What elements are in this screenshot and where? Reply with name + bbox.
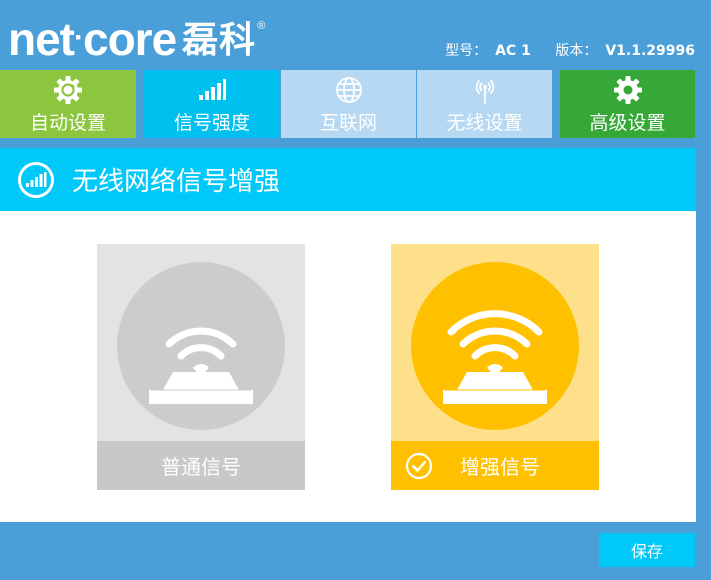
signal-bars-icon (197, 70, 227, 106)
model-value: AC 1 (495, 43, 531, 59)
option-normal-bar: 普通信号 (97, 441, 305, 490)
gear-icon (613, 70, 643, 106)
option-normal-label: 普通信号 (161, 455, 241, 479)
antenna-icon (470, 70, 500, 106)
brand-logo: net·core 磊科® (8, 13, 265, 65)
tab-auto-setup-label: 自动设置 (29, 112, 106, 134)
tab-wireless-settings[interactable]: 无线设置 (417, 70, 552, 138)
signal-bars-icon (18, 161, 54, 198)
brand-core: core (83, 13, 177, 65)
option-boosted-label: 增强信号 (460, 455, 540, 479)
tab-signal-strength-label: 信号强度 (173, 112, 250, 134)
gear-refresh-icon (53, 70, 83, 106)
option-boosted-bar: 增强信号 (391, 441, 599, 490)
tab-wireless-settings-label: 无线设置 (446, 112, 523, 134)
router-wifi-icon (411, 262, 579, 430)
option-normal-signal[interactable]: 普通信号 (97, 244, 305, 490)
tab-auto-setup[interactable]: 自动设置 (0, 70, 136, 138)
check-circle-icon (405, 452, 433, 480)
signal-boost-panel: 无线网络信号增强 普通信号 增强信号 (0, 148, 696, 522)
tab-internet[interactable]: 互联网 (281, 70, 416, 138)
registered-mark: ® (257, 20, 265, 32)
tab-signal-strength[interactable]: 信号强度 (144, 70, 280, 138)
model-label: 型号： (445, 43, 488, 59)
panel-title: 无线网络信号增强 (72, 167, 281, 197)
tab-advanced-settings-label: 高级设置 (589, 112, 666, 134)
version-label: 版本： (555, 43, 598, 59)
save-button[interactable]: 保存 (599, 533, 695, 567)
globe-icon (334, 70, 364, 106)
tab-internet-label: 互联网 (319, 112, 377, 134)
router-wifi-icon (117, 262, 285, 430)
tab-advanced-settings[interactable]: 高级设置 (560, 70, 695, 138)
brand-cn: 磊科 (182, 19, 257, 60)
panel-header: 无线网络信号增强 (0, 148, 696, 211)
main-nav: 自动设置 信号强度 互联网 无线设置 高级设置 (0, 70, 711, 138)
brand-net: net (8, 13, 75, 65)
device-meta: 型号： AC 1 版本： V1.1.29996 (445, 40, 695, 60)
version-value: V1.1.29996 (605, 43, 695, 59)
option-boosted-signal[interactable]: 增强信号 (391, 244, 599, 490)
